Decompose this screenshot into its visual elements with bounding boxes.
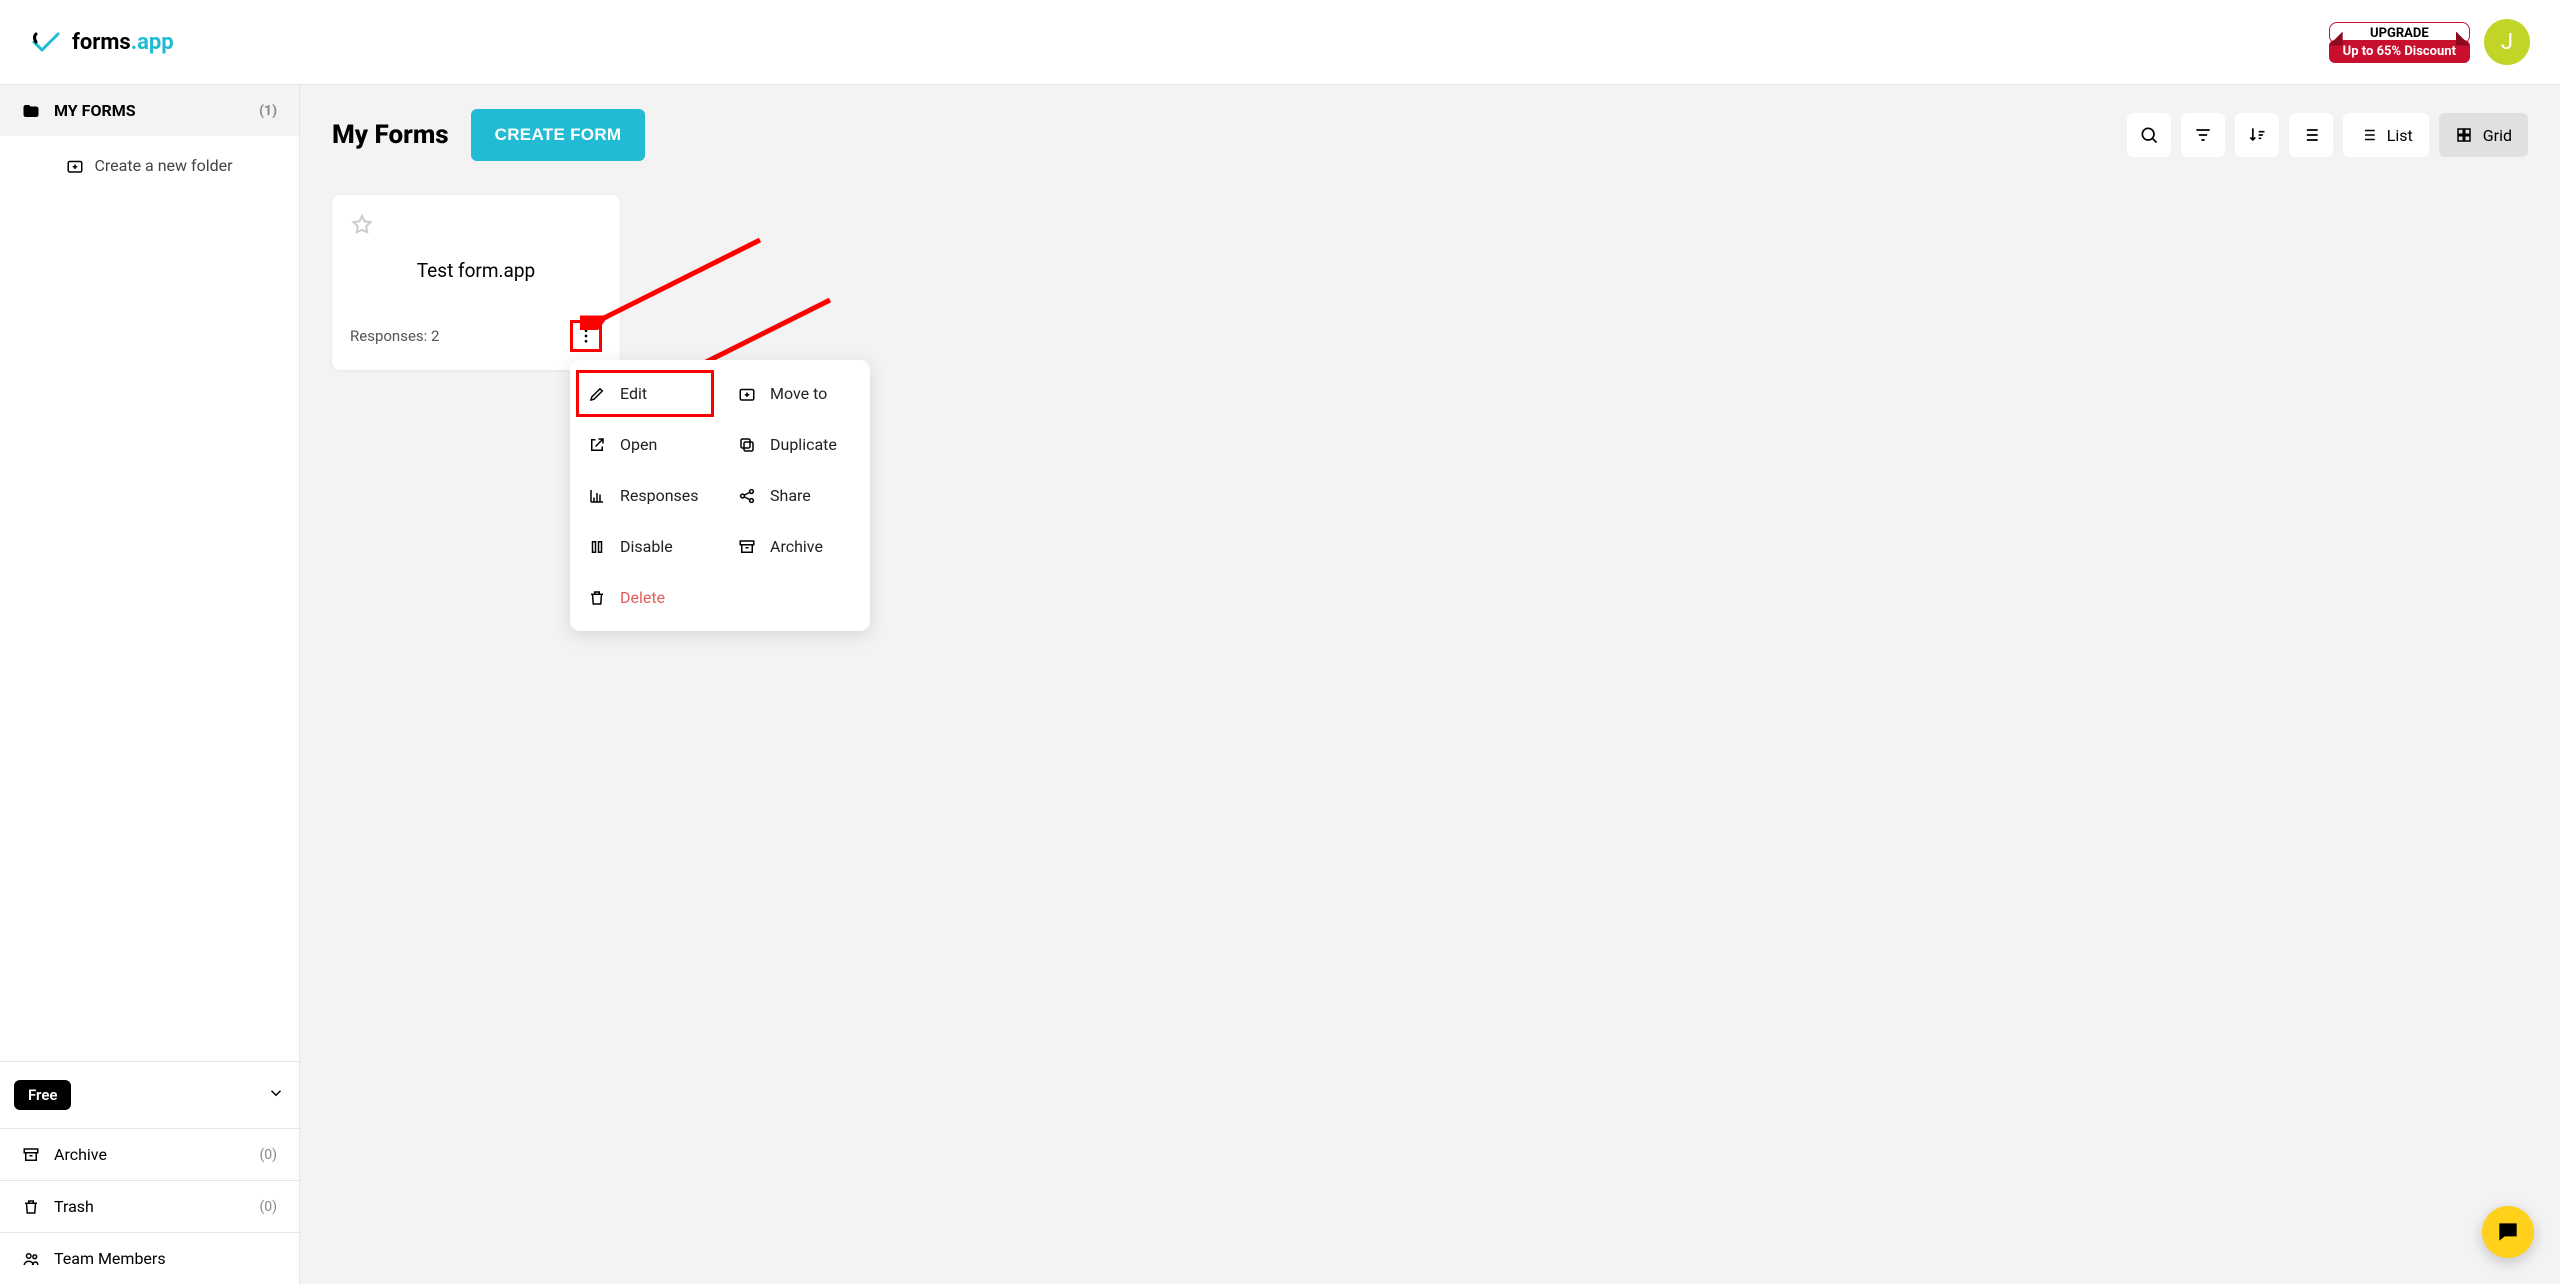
sort-icon <box>2247 125 2267 145</box>
star-icon <box>350 213 374 237</box>
trash-icon <box>588 589 606 607</box>
menu-delete-label: Delete <box>620 588 665 607</box>
favorite-toggle[interactable] <box>350 213 602 241</box>
logo-text: forms.app <box>72 30 174 55</box>
menu-share[interactable]: Share <box>720 470 870 521</box>
sidebar-plan[interactable]: Free <box>0 1062 299 1129</box>
plan-badge: Free <box>14 1080 71 1110</box>
sidebar-new-folder-label: Create a new folder <box>94 156 232 175</box>
order-icon <box>2301 125 2321 145</box>
sidebar-team-label: Team Members <box>54 1249 166 1268</box>
sidebar-trash-count: (0) <box>259 1199 277 1215</box>
chat-fab[interactable] <box>2482 1206 2534 1258</box>
main-header: My Forms CREATE FORM List <box>332 109 2528 161</box>
chat-icon <box>2495 1219 2521 1245</box>
sidebar-item-my-forms[interactable]: MY FORMS (1) <box>0 85 299 136</box>
menu-open-label: Open <box>620 435 657 454</box>
menu-share-label: Share <box>770 486 811 505</box>
menu-archive[interactable]: Archive <box>720 521 870 572</box>
form-card-title: Test form.app <box>350 259 602 282</box>
sidebar-my-forms-label: MY FORMS <box>54 101 136 120</box>
sort-button[interactable] <box>2235 113 2279 157</box>
sidebar-item-team[interactable]: Team Members <box>0 1233 299 1284</box>
logo-icon <box>30 26 62 58</box>
menu-disable[interactable]: Disable <box>570 521 720 572</box>
menu-move-label: Move to <box>770 384 827 403</box>
grid-view-button[interactable]: Grid <box>2439 113 2528 157</box>
form-card-menu-button[interactable] <box>570 320 602 352</box>
form-card-responses: Responses: 2 <box>350 327 439 345</box>
order-button[interactable] <box>2289 113 2333 157</box>
main-area: My Forms CREATE FORM List <box>300 85 2560 1284</box>
trash-icon <box>22 1198 40 1216</box>
form-context-menu: Edit Move to Open <box>570 360 870 631</box>
app-header: forms.app UPGRADE Up to 65% Discount J <box>0 0 2560 85</box>
pause-icon <box>588 538 606 556</box>
sidebar-archive-count: (0) <box>259 1147 277 1163</box>
form-card[interactable]: Test form.app Responses: 2 Edit <box>332 195 620 370</box>
archive-icon <box>738 538 756 556</box>
more-vertical-icon <box>577 327 595 345</box>
folder-icon <box>22 102 40 120</box>
page-title: My Forms <box>332 120 449 150</box>
menu-disable-label: Disable <box>620 537 673 556</box>
list-icon <box>2359 126 2377 144</box>
menu-edit[interactable]: Edit <box>570 368 720 419</box>
menu-move-to[interactable]: Move to <box>720 368 870 419</box>
filter-icon <box>2193 125 2213 145</box>
add-folder-icon <box>66 157 84 175</box>
menu-duplicate[interactable]: Duplicate <box>720 419 870 470</box>
chart-icon <box>588 487 606 505</box>
edit-icon <box>588 385 606 403</box>
brand-logo[interactable]: forms.app <box>30 26 174 58</box>
search-button[interactable] <box>2127 113 2171 157</box>
menu-duplicate-label: Duplicate <box>770 435 837 454</box>
view-controls: List Grid <box>2127 113 2528 157</box>
chevron-down-icon <box>267 1084 285 1106</box>
open-icon <box>588 436 606 454</box>
list-view-label: List <box>2387 126 2413 145</box>
user-avatar[interactable]: J <box>2484 19 2530 65</box>
list-view-button[interactable]: List <box>2343 113 2429 157</box>
grid-icon <box>2455 126 2473 144</box>
upgrade-banner: Up to 65% Discount <box>2329 40 2470 63</box>
menu-archive-label: Archive <box>770 537 823 556</box>
sidebar: MY FORMS (1) Create a new folder Free Ar… <box>0 85 300 1284</box>
sidebar-new-folder[interactable]: Create a new folder <box>0 136 299 195</box>
menu-responses-label: Responses <box>620 486 699 505</box>
sidebar-item-trash[interactable]: Trash (0) <box>0 1181 299 1233</box>
sidebar-archive-label: Archive <box>54 1145 107 1164</box>
sidebar-trash-label: Trash <box>54 1197 94 1216</box>
grid-view-label: Grid <box>2483 126 2512 145</box>
share-icon <box>738 487 756 505</box>
menu-delete[interactable]: Delete <box>570 572 720 623</box>
sidebar-item-archive[interactable]: Archive (0) <box>0 1129 299 1181</box>
search-icon <box>2139 125 2159 145</box>
menu-open[interactable]: Open <box>570 419 720 470</box>
menu-edit-label: Edit <box>620 384 647 403</box>
menu-responses[interactable]: Responses <box>570 470 720 521</box>
team-icon <box>22 1250 40 1268</box>
filter-button[interactable] <box>2181 113 2225 157</box>
upgrade-promo[interactable]: UPGRADE Up to 65% Discount <box>2329 22 2470 63</box>
sidebar-my-forms-count: (1) <box>259 103 277 119</box>
move-icon <box>738 385 756 403</box>
duplicate-icon <box>738 436 756 454</box>
create-form-button[interactable]: CREATE FORM <box>471 109 646 161</box>
archive-icon <box>22 1146 40 1164</box>
